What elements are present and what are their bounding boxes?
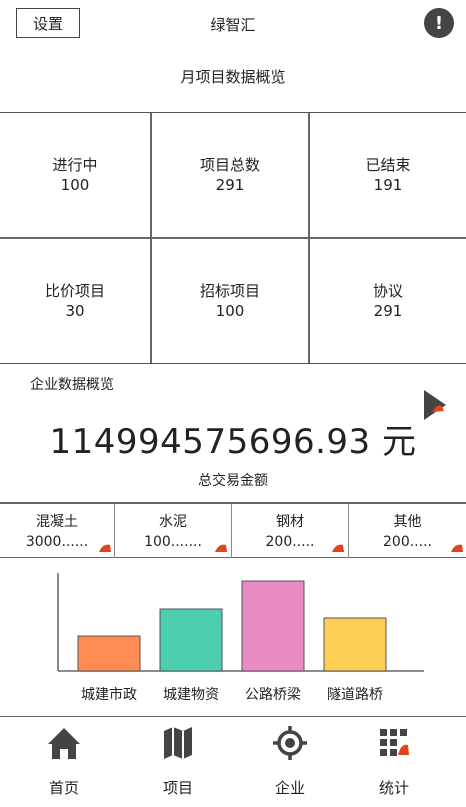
exclamation-circle-icon[interactable]: ! bbox=[424, 8, 454, 38]
nav-label: 统计 bbox=[378, 779, 409, 797]
stat-label: 已结束 bbox=[365, 156, 411, 174]
stat-finished[interactable]: 已结束 191 bbox=[310, 113, 466, 237]
app-title: 绿智汇 bbox=[210, 16, 256, 34]
stat-value: 100 bbox=[60, 176, 90, 194]
stat-bidding[interactable]: 招标项目 100 bbox=[152, 239, 308, 363]
enterprise-title: 企业数据概览 bbox=[30, 377, 114, 393]
nav-projects[interactable]: 项目 bbox=[128, 717, 228, 807]
stat-label: 进行中 bbox=[52, 156, 98, 174]
material-name: 混凝土 bbox=[36, 514, 78, 530]
stat-price-comparison[interactable]: 比价项目 30 bbox=[0, 239, 150, 363]
material-value: 200..... bbox=[383, 534, 432, 550]
stat-value: 100 bbox=[215, 302, 245, 320]
stat-value: 291 bbox=[215, 176, 245, 194]
category-label: 隧道路桥 bbox=[327, 687, 383, 703]
material-name: 其他 bbox=[393, 514, 422, 530]
material-other[interactable]: 其他 200..... bbox=[349, 504, 466, 558]
materials-row: 混凝土 3000...... 水泥 100....... 钢材 200.....… bbox=[0, 502, 466, 558]
material-concrete[interactable]: 混凝土 3000...... bbox=[0, 504, 114, 558]
trend-icon bbox=[99, 544, 111, 552]
bar-3[interactable] bbox=[241, 580, 305, 672]
trend-icon bbox=[451, 544, 463, 552]
home-icon bbox=[48, 728, 80, 759]
material-name: 钢材 bbox=[276, 514, 304, 530]
stat-label: 协议 bbox=[372, 282, 403, 300]
bar-4[interactable] bbox=[323, 617, 387, 672]
play-icon[interactable] bbox=[424, 390, 446, 420]
stat-label: 招标项目 bbox=[199, 282, 260, 300]
stat-value: 30 bbox=[65, 302, 85, 320]
target-icon bbox=[273, 726, 307, 760]
total-amount: 114994575696.93 元 bbox=[49, 422, 417, 462]
nav-enterprise[interactable]: 企业 bbox=[240, 717, 340, 807]
stat-total-projects[interactable]: 项目总数 291 bbox=[152, 113, 308, 237]
project-stats-grid: 进行中 100 项目总数 291 已结束 191 比价项目 30 招标项目 10… bbox=[0, 112, 466, 364]
category-label: 城建物资 bbox=[163, 687, 219, 703]
nav-label: 项目 bbox=[162, 779, 193, 797]
overview-title: 月项目数据概览 bbox=[180, 68, 286, 86]
stat-value: 191 bbox=[373, 176, 403, 194]
stat-agreement[interactable]: 协议 291 bbox=[310, 239, 466, 363]
category-label: 城建市政 bbox=[81, 686, 137, 703]
nav-label: 企业 bbox=[274, 779, 305, 797]
trend-icon bbox=[332, 544, 344, 552]
total-amount-caption: 总交易金额 bbox=[198, 473, 268, 489]
stat-label: 项目总数 bbox=[199, 156, 260, 174]
material-value: 3000...... bbox=[25, 534, 89, 550]
stat-in-progress[interactable]: 进行中 100 bbox=[0, 113, 150, 237]
bottom-nav: 首页 项目 企业 统计 bbox=[0, 716, 466, 807]
stat-label: 比价项目 bbox=[44, 282, 105, 300]
bar-2[interactable] bbox=[159, 608, 223, 672]
map-icon bbox=[164, 727, 192, 759]
nav-home[interactable]: 首页 bbox=[14, 717, 114, 807]
stat-value: 291 bbox=[373, 302, 403, 320]
bar-1[interactable] bbox=[77, 635, 141, 672]
nav-label: 首页 bbox=[48, 779, 79, 797]
grid-chart-icon bbox=[380, 729, 409, 756]
category-label: 公路桥梁 bbox=[245, 687, 301, 703]
category-bar-chart: 城建市政 城建物资 公路桥梁 隧道路桥 bbox=[57, 573, 424, 703]
material-name: 水泥 bbox=[159, 514, 187, 530]
trend-icon bbox=[215, 544, 227, 552]
nav-statistics[interactable]: 统计 bbox=[344, 717, 444, 807]
